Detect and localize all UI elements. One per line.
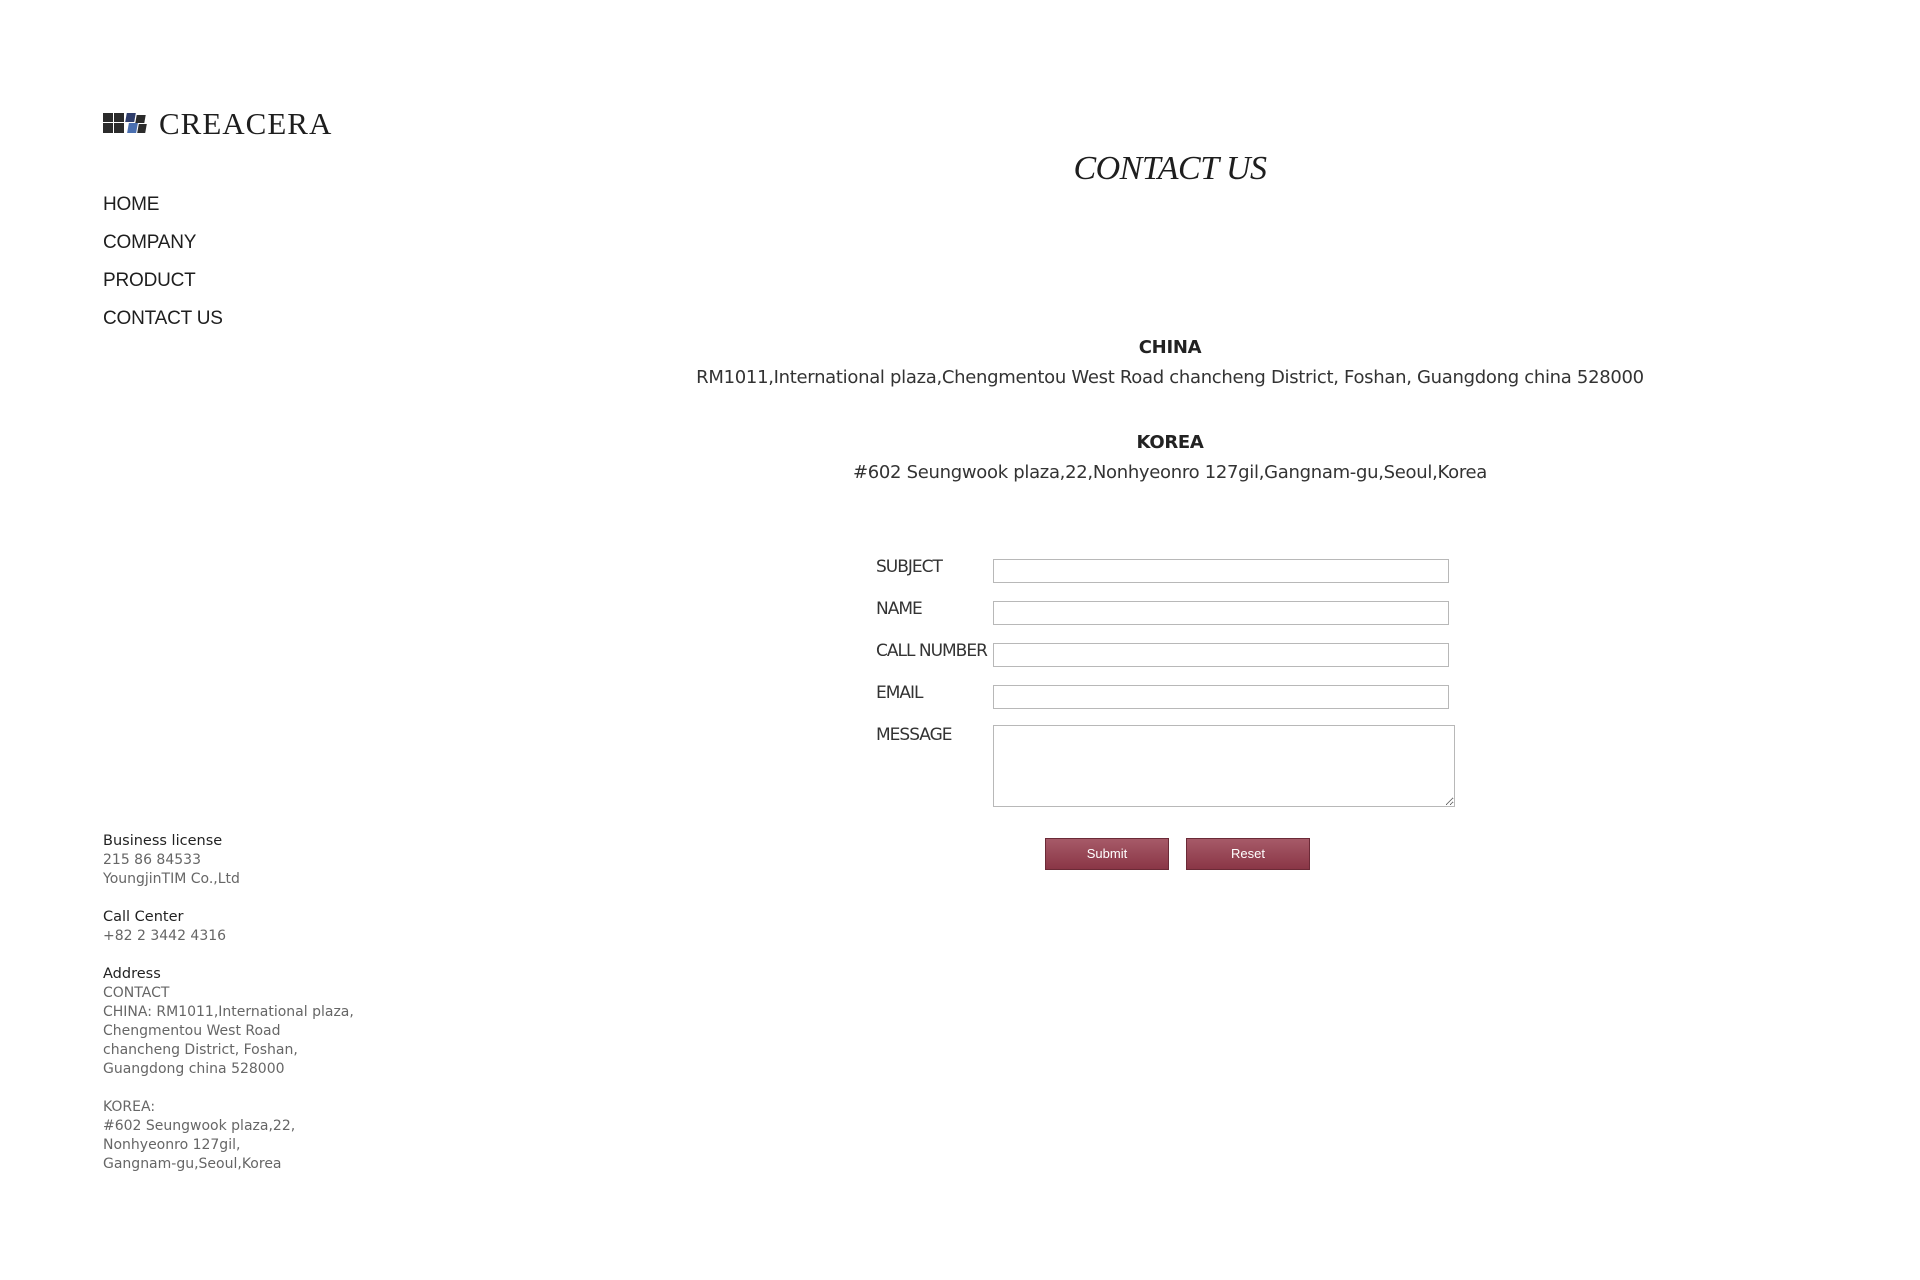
office-name: KOREA: [1136, 432, 1204, 453]
address-line: Nonhyeonro 127gil,: [103, 1137, 241, 1153]
nav-link-contact-us[interactable]: CONTACT US: [103, 308, 223, 329]
nav-item-company[interactable]: COMPANY: [103, 230, 223, 268]
address-line: Chengmentou West Road: [103, 1023, 281, 1039]
email-input[interactable]: [993, 685, 1449, 709]
subject-label: SUBJECT: [876, 557, 943, 577]
brand-name: CREACERA: [159, 106, 333, 141]
company-name: YoungjinTIM Co.,Ltd: [103, 871, 240, 887]
call-center-number: +82 2 3442 4316: [103, 928, 227, 944]
nav-link-home[interactable]: HOME: [103, 194, 159, 215]
nav-item-home[interactable]: HOME: [103, 192, 223, 230]
office-korea: KOREA #602 Seungwook plaza,22,Nonhyeonro…: [0, 432, 1920, 483]
form-row-email: EMAIL: [876, 682, 1476, 724]
business-license-block: Business license 215 86 84533 YoungjinTI…: [103, 832, 403, 889]
call-number-label: CALL NUMBER: [876, 641, 988, 661]
office-address: #602 Seungwook plaza,22,Nonhyeonro 127gi…: [852, 462, 1488, 483]
korea-address-block: KOREA: #602 Seungwook plaza,22, Nonhyeon…: [103, 1098, 403, 1174]
address-line: CONTACT: [103, 985, 170, 1001]
address-line: Gangnam-gu,Seoul,Korea: [103, 1156, 282, 1172]
subject-input[interactable]: [993, 559, 1449, 583]
contact-form: SUBJECT NAME CALL NUMBER EMAIL MESSAGE: [876, 556, 1476, 834]
address-line: Guangdong china 528000: [103, 1061, 285, 1077]
nav-link-product[interactable]: PRODUCT: [103, 270, 196, 291]
office-name: CHINA: [1138, 337, 1202, 358]
business-license-number: 215 86 84533: [103, 852, 201, 868]
call-number-input[interactable]: [993, 643, 1449, 667]
office-china: CHINA RM1011,International plaza,Chengme…: [0, 337, 1920, 388]
brand-logo[interactable]: CREACERA: [103, 106, 332, 142]
form-row-message: MESSAGE: [876, 724, 1476, 834]
address-line: CHINA: RM1011,International plaza,: [103, 1004, 354, 1020]
name-input[interactable]: [993, 601, 1449, 625]
address-label: Address: [103, 966, 161, 982]
form-row-subject: SUBJECT: [876, 556, 1476, 598]
name-label: NAME: [876, 599, 923, 619]
call-center-block: Call Center +82 2 3442 4316: [103, 908, 403, 946]
call-center-label: Call Center: [103, 909, 184, 925]
submit-button[interactable]: Submit: [1045, 838, 1169, 870]
address-block: Address CONTACT CHINA: RM1011,Internatio…: [103, 965, 403, 1079]
address-line: #602 Seungwook plaza,22,: [103, 1118, 296, 1134]
form-buttons: Submit Reset: [1045, 838, 1310, 870]
nav-link-company[interactable]: COMPANY: [103, 232, 196, 253]
page-title: CONTACT US: [1073, 150, 1267, 187]
address-line: KOREA:: [103, 1099, 156, 1115]
form-row-call-number: CALL NUMBER: [876, 640, 1476, 682]
address-line: chancheng District, Foshan,: [103, 1042, 298, 1058]
form-row-name: NAME: [876, 598, 1476, 640]
business-license-label: Business license: [103, 833, 223, 849]
message-label: MESSAGE: [876, 725, 953, 745]
company-info: Business license 215 86 84533 YoungjinTI…: [103, 832, 403, 1193]
tile-mosaic-logo-icon: [103, 113, 147, 135]
reset-button[interactable]: Reset: [1186, 838, 1310, 870]
nav-item-product[interactable]: PRODUCT: [103, 268, 223, 306]
email-label: EMAIL: [876, 683, 924, 703]
office-address: RM1011,International plaza,Chengmentou W…: [696, 367, 1644, 388]
message-textarea[interactable]: [993, 725, 1455, 807]
main-nav: HOME COMPANY PRODUCT CONTACT US: [103, 192, 223, 344]
